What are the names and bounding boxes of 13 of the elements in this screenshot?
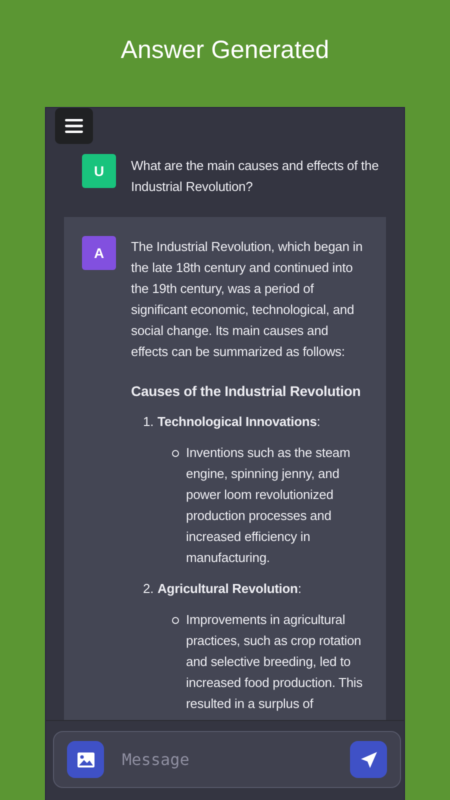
screen-title: Answer Generated (120, 35, 330, 66)
list-item-title: Technological Innovations: (158, 413, 320, 431)
section-heading: Causes of the Industrial Revolution (131, 382, 362, 401)
avatar: A (82, 236, 116, 270)
avatar: U (82, 154, 116, 188)
list-number: 2. (143, 580, 154, 598)
question-text: What are the main causes and effects of the Industrial Revolution? (131, 157, 380, 196)
list-item-title: Agricultural Revolution: (158, 580, 302, 598)
answer-paragraph: The Industrial Revolution, which began in the late 18th century and continued into the 19th century, was a period of significant economic, technological, and social change. Its main causes and effects can be summarized as follows: (131, 238, 364, 361)
list-number: 1. (143, 413, 154, 431)
bullet-text: Inventions such as the steam engine, spinning jenny, and power loom revolutionized production processes and increased efficiency in manufacturing. (186, 444, 352, 567)
bullet-text: Improvements in agricultural practices, such as crop rotation and selective breeding, led to increased food production. This resulted in a surplus of (186, 611, 364, 713)
message-field[interactable]: Message (120, 749, 334, 770)
